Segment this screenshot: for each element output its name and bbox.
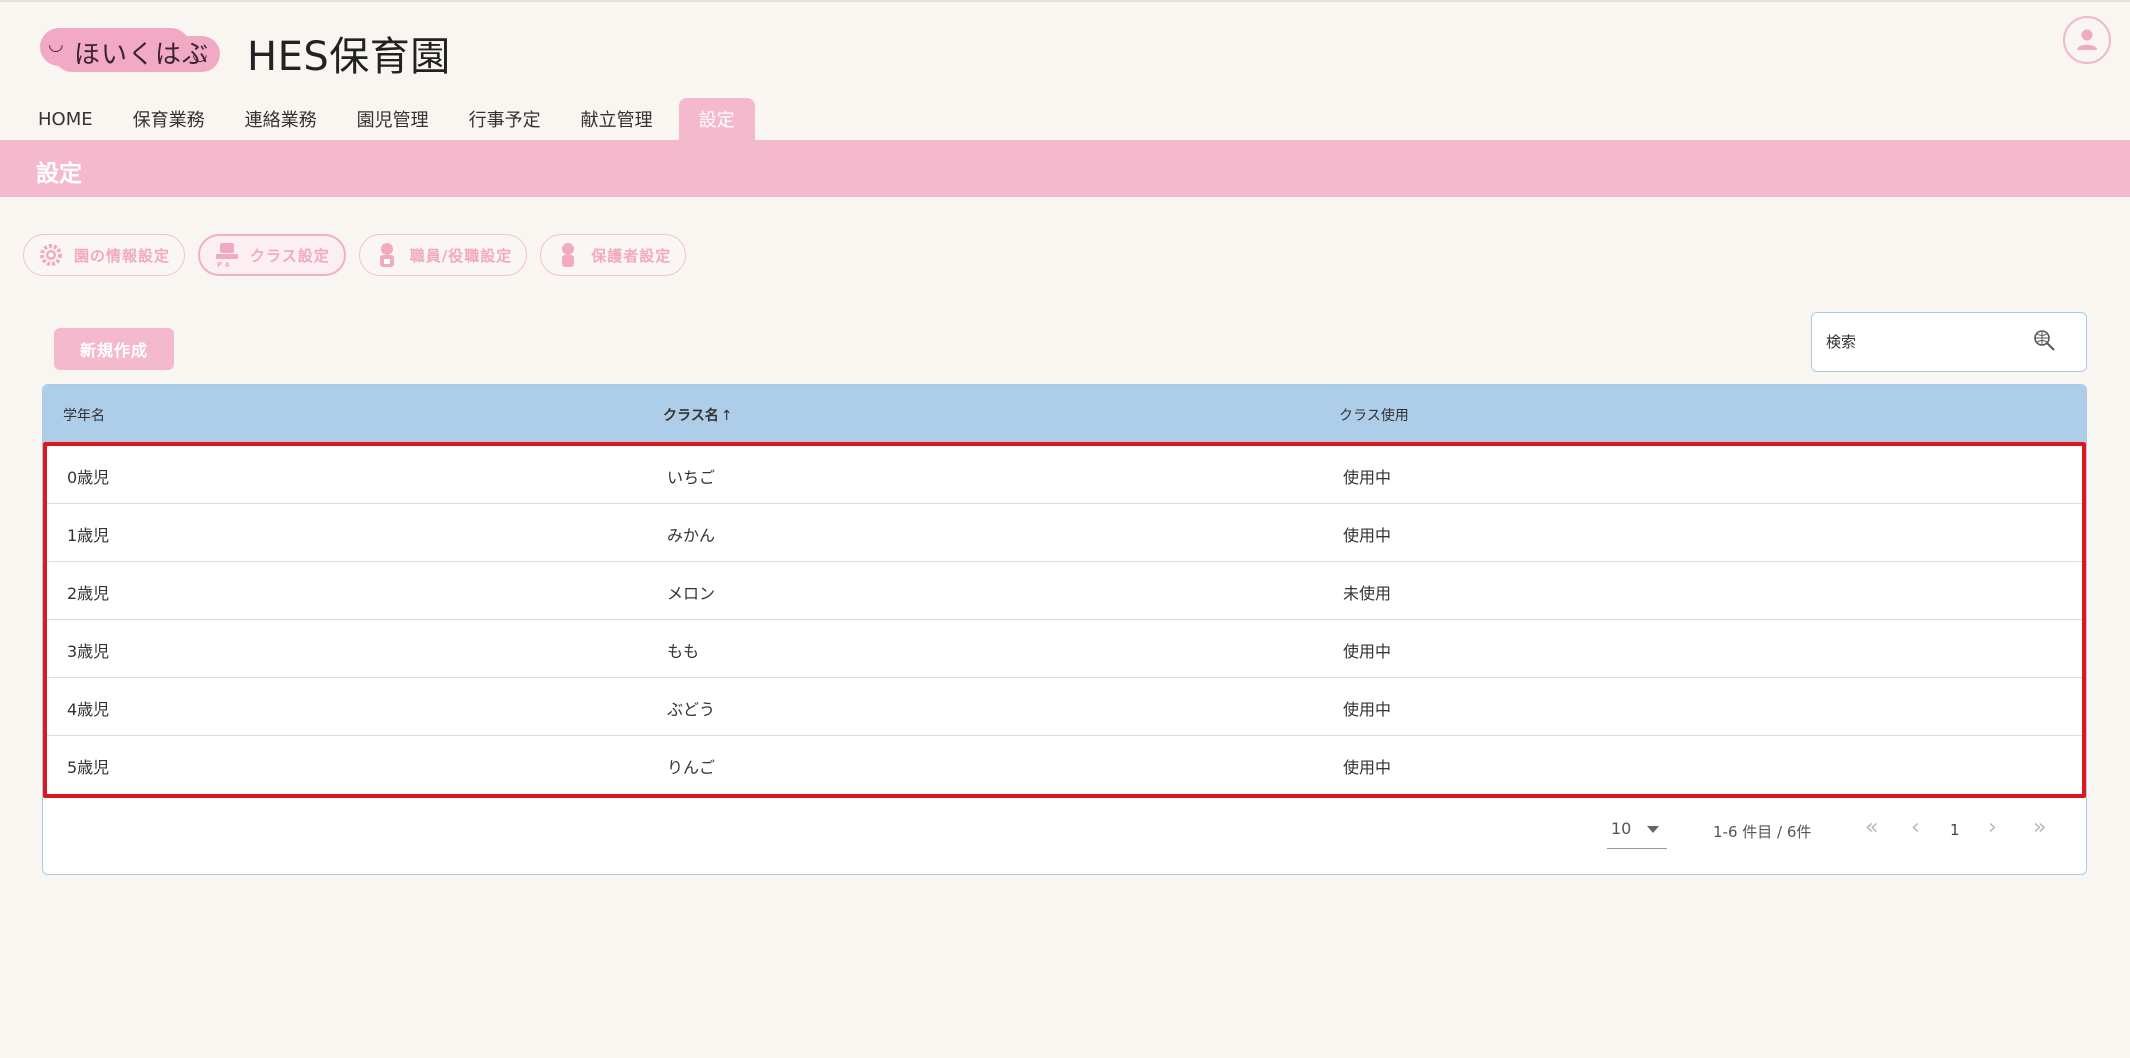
class-icon: P 4 bbox=[214, 242, 240, 269]
user-avatar-button[interactable] bbox=[2063, 16, 2111, 64]
cell-class-name: いちご bbox=[667, 468, 716, 487]
current-page-number: 1 bbox=[1950, 821, 1960, 839]
cell-class-name: みかん bbox=[667, 526, 716, 545]
cell-class-name: ぶどう bbox=[667, 700, 716, 719]
column-header-label: クラス名 bbox=[663, 408, 719, 424]
tab-label: 園の情報設定 bbox=[74, 246, 171, 265]
page-title: 設定 bbox=[36, 161, 82, 187]
cell-usage: 使用中 bbox=[1343, 758, 1392, 777]
search-box bbox=[1811, 312, 2087, 372]
tab-guardian-settings[interactable]: 保護者設定 bbox=[540, 234, 687, 276]
tab-garden-info[interactable]: 園の情報設定 bbox=[23, 234, 186, 276]
nav-item-menu[interactable]: 献立管理 bbox=[561, 98, 673, 140]
table-row[interactable]: 2歳児 メロン 未使用 bbox=[47, 562, 2082, 620]
table-header: 学年名 クラス名 ↑ クラス使用 bbox=[43, 385, 2086, 442]
column-header-grade[interactable]: 学年名 bbox=[63, 405, 105, 425]
search-icon[interactable] bbox=[2032, 328, 2058, 358]
table-row[interactable]: 3歳児 もも 使用中 bbox=[47, 620, 2082, 678]
tab-staff-settings[interactable]: 職員/役職設定 bbox=[358, 234, 528, 276]
cell-usage: 使用中 bbox=[1343, 700, 1392, 719]
next-page-icon[interactable]: › bbox=[1988, 817, 1997, 839]
rows-per-page-select[interactable]: 10 bbox=[1607, 815, 1667, 849]
table-body: 0歳児 いちご 使用中 1歳児 みかん 使用中 2歳児 メロン 未使用 3歳児 … bbox=[43, 442, 2086, 798]
svg-text:P 4: P 4 bbox=[217, 261, 230, 268]
smile-icon: ◡ bbox=[48, 34, 64, 55]
column-header-class-name[interactable]: クラス名 ↑ bbox=[663, 405, 732, 425]
nav-item-children[interactable]: 園児管理 bbox=[337, 98, 449, 140]
pagination: 10 1-6 件目 / 6件 « ‹ 1 › » bbox=[43, 815, 2086, 865]
nav-item-home[interactable]: HOME bbox=[26, 98, 113, 140]
site-title: HES保育園 bbox=[247, 34, 451, 80]
nav-item-childcare[interactable]: 保育業務 bbox=[113, 98, 225, 140]
cell-grade: 5歳児 bbox=[67, 758, 110, 777]
cell-usage: 未使用 bbox=[1343, 584, 1392, 603]
cell-class-name: メロン bbox=[667, 584, 716, 603]
tab-class-settings[interactable]: P 4 クラス設定 bbox=[198, 234, 346, 276]
main-nav: HOME 保育業務 連絡業務 園児管理 行事予定 献立管理 設定 bbox=[26, 98, 755, 140]
guardian-icon bbox=[555, 242, 581, 268]
logo[interactable]: ◡ ◡ ほいくはぶ bbox=[40, 28, 220, 72]
settings-tabs: 園の情報設定 P 4 クラス設定 職員/役職設定 保護者設定 bbox=[23, 234, 699, 276]
staff-icon bbox=[374, 242, 400, 268]
tab-label: 職員/役職設定 bbox=[409, 246, 513, 265]
top-border bbox=[0, 0, 2130, 2]
chevron-down-icon bbox=[1647, 826, 1659, 833]
page-range-text: 1-6 件目 / 6件 bbox=[1713, 823, 1812, 841]
cell-grade: 0歳児 bbox=[67, 468, 110, 487]
cell-usage: 使用中 bbox=[1343, 468, 1392, 487]
column-header-class-usage[interactable]: クラス使用 bbox=[1339, 405, 1409, 425]
table-row[interactable]: 1歳児 みかん 使用中 bbox=[47, 504, 2082, 562]
logo-text: ほいくはぶ bbox=[74, 40, 210, 70]
table-row[interactable]: 0歳児 いちご 使用中 bbox=[47, 446, 2082, 504]
class-table: 学年名 クラス名 ↑ クラス使用 0歳児 いちご 使用中 1歳児 みかん 使用中 … bbox=[42, 384, 2087, 875]
nav-item-events[interactable]: 行事予定 bbox=[449, 98, 561, 140]
cell-grade: 1歳児 bbox=[67, 526, 110, 545]
prev-page-icon[interactable]: ‹ bbox=[1911, 817, 1920, 839]
page-header-bar: 設定 bbox=[0, 140, 2130, 197]
tab-label: 保護者設定 bbox=[591, 246, 672, 265]
cell-class-name: もも bbox=[667, 642, 700, 661]
user-icon bbox=[2077, 29, 2097, 50]
nav-item-settings[interactable]: 設定 bbox=[678, 98, 755, 140]
rows-per-page-value: 10 bbox=[1611, 819, 1632, 838]
first-page-icon[interactable]: « bbox=[1865, 817, 1878, 839]
cell-class-name: りんご bbox=[667, 758, 716, 777]
cell-grade: 4歳児 bbox=[67, 700, 110, 719]
new-class-button[interactable]: 新規作成 bbox=[54, 328, 174, 370]
sort-ascending-icon: ↑ bbox=[720, 408, 733, 424]
cell-grade: 2歳児 bbox=[67, 584, 110, 603]
nav-item-contact[interactable]: 連絡業務 bbox=[225, 98, 337, 140]
search-input[interactable] bbox=[1826, 329, 2026, 355]
cell-usage: 使用中 bbox=[1343, 526, 1392, 545]
cell-grade: 3歳児 bbox=[67, 642, 110, 661]
table-row[interactable]: 4歳児 ぶどう 使用中 bbox=[47, 678, 2082, 736]
gear-icon bbox=[38, 242, 64, 268]
tab-label: クラス設定 bbox=[250, 246, 330, 265]
last-page-icon[interactable]: » bbox=[2033, 817, 2046, 839]
cell-usage: 使用中 bbox=[1343, 642, 1392, 661]
table-row[interactable]: 5歳児 りんご 使用中 bbox=[47, 736, 2082, 794]
